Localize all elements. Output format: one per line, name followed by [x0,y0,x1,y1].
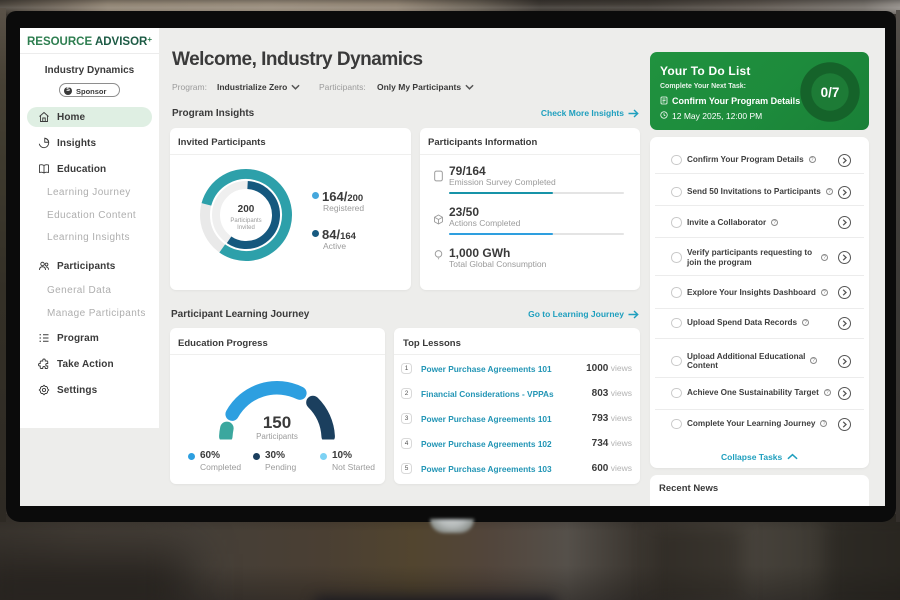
svg-text:0/7: 0/7 [821,85,840,100]
svg-text:200: 200 [238,204,255,215]
svg-text:Invited: Invited [237,225,255,231]
svg-text:Participants: Participants [230,218,261,224]
